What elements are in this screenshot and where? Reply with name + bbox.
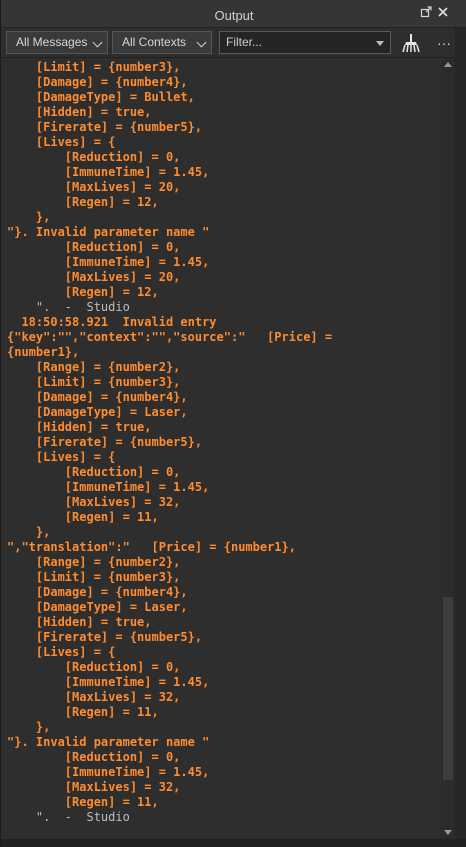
output-line: [Damage] = {number4}, bbox=[7, 585, 188, 599]
close-icon[interactable] bbox=[436, 6, 450, 20]
vertical-scrollbar[interactable] bbox=[441, 59, 455, 839]
output-line: [Reduction] = 0, bbox=[7, 150, 181, 164]
output-line: [DamageType] = Laser, bbox=[7, 405, 188, 419]
output-line: [Reduction] = 0, bbox=[7, 240, 181, 254]
scrollbar-track[interactable] bbox=[443, 71, 453, 826]
output-line: [MaxLives] = 32, bbox=[7, 495, 181, 509]
status-bar bbox=[1, 839, 466, 847]
output-toolbar: All Messages All Contexts Filter... ··· bbox=[1, 28, 466, 58]
output-line: [ImmuneTime] = 1.45, bbox=[7, 480, 210, 494]
output-line: [Lives] = { bbox=[7, 450, 116, 464]
clear-output-button[interactable] bbox=[399, 32, 421, 54]
output-line: [Regen] = 11, bbox=[7, 795, 159, 809]
output-line: [ImmuneTime] = 1.45, bbox=[7, 255, 210, 269]
output-line: [Range] = {number2}, bbox=[7, 360, 181, 374]
output-line: }, bbox=[7, 210, 51, 224]
output-line: [Range] = {number2}, bbox=[7, 555, 181, 569]
output-line: [ImmuneTime] = 1.45, bbox=[7, 165, 210, 179]
window-title: Output bbox=[214, 8, 254, 23]
output-line: "}. Invalid parameter name " bbox=[7, 735, 210, 749]
output-line: [Regen] = 12, bbox=[7, 195, 159, 209]
output-line: [MaxLives] = 32, bbox=[7, 780, 181, 794]
output-line: ". - Studio bbox=[7, 810, 130, 824]
output-line: [MaxLives] = 32, bbox=[7, 690, 181, 704]
output-line: {number1}, bbox=[7, 345, 80, 359]
output-line: [Limit] = {number3}, bbox=[7, 60, 181, 74]
undock-icon[interactable] bbox=[419, 6, 433, 20]
output-line: [Reduction] = 0, bbox=[7, 750, 181, 764]
output-line: [ImmuneTime] = 1.45, bbox=[7, 675, 210, 689]
output-window: Output All Messages All Contexts Filter.… bbox=[0, 0, 466, 847]
title-bar: Output bbox=[1, 0, 466, 28]
output-line: [Hidden] = true, bbox=[7, 420, 152, 434]
output-line: [Hidden] = true, bbox=[7, 105, 152, 119]
output-line: [MaxLives] = 20, bbox=[7, 180, 181, 194]
output-line: [Regen] = 11, bbox=[7, 510, 159, 524]
output-line: }, bbox=[7, 525, 51, 539]
filter-placeholder: Filter... bbox=[226, 35, 263, 49]
output-line: [Firerate] = {number5}, bbox=[7, 435, 203, 449]
filter-dropdown-icon[interactable] bbox=[376, 41, 384, 46]
output-line: [ImmuneTime] = 1.45, bbox=[7, 765, 210, 779]
messages-filter-dropdown[interactable]: All Messages bbox=[6, 31, 108, 54]
filter-input[interactable]: Filter... bbox=[219, 31, 391, 54]
chevron-down-icon bbox=[92, 37, 103, 48]
scrollbar-thumb[interactable] bbox=[443, 597, 453, 780]
chevron-down-icon bbox=[196, 37, 207, 48]
output-line: [Lives] = { bbox=[7, 135, 116, 149]
scroll-down-arrow-icon[interactable] bbox=[444, 830, 452, 835]
output-line: {"key":"","context":"","source":" [Price… bbox=[7, 330, 333, 344]
right-dock-edge bbox=[455, 28, 466, 847]
output-line: [Regen] = 12, bbox=[7, 285, 159, 299]
messages-filter-label: All Messages bbox=[16, 35, 88, 49]
output-line: [DamageType] = Bullet, bbox=[7, 90, 195, 104]
output-line: [Firerate] = {number5}, bbox=[7, 120, 203, 134]
more-options-button[interactable]: ··· bbox=[433, 32, 455, 54]
output-line: [Damage] = {number4}, bbox=[7, 75, 188, 89]
output-line: ","translation":" [Price] = {number1}, bbox=[7, 540, 296, 554]
output-line: [Regen] = 11, bbox=[7, 705, 159, 719]
output-line: ". - Studio bbox=[7, 300, 130, 314]
scroll-up-arrow-icon[interactable] bbox=[444, 62, 452, 67]
output-line: [Firerate] = {number5}, bbox=[7, 630, 203, 644]
output-line: [Reduction] = 0, bbox=[7, 660, 181, 674]
contexts-filter-dropdown[interactable]: All Contexts bbox=[112, 31, 212, 54]
output-line: [Hidden] = true, bbox=[7, 615, 152, 629]
output-line: [Limit] = {number3}, bbox=[7, 375, 181, 389]
contexts-filter-label: All Contexts bbox=[122, 35, 187, 49]
output-line: [MaxLives] = 20, bbox=[7, 270, 181, 284]
broom-icon bbox=[402, 34, 420, 53]
output-line: "}. Invalid parameter name " bbox=[7, 225, 210, 239]
output-line: [Lives] = { bbox=[7, 645, 116, 659]
output-line: }, bbox=[7, 720, 51, 734]
output-line: [Limit] = {number3}, bbox=[7, 570, 181, 584]
output-line: [DamageType] = Laser, bbox=[7, 600, 188, 614]
output-log[interactable]: [Limit] = {number3}, [Damage] = {number4… bbox=[1, 59, 454, 839]
output-line: [Reduction] = 0, bbox=[7, 465, 181, 479]
output-line: [Damage] = {number4}, bbox=[7, 390, 188, 404]
output-line: 18:50:58.921 Invalid entry bbox=[7, 315, 217, 329]
